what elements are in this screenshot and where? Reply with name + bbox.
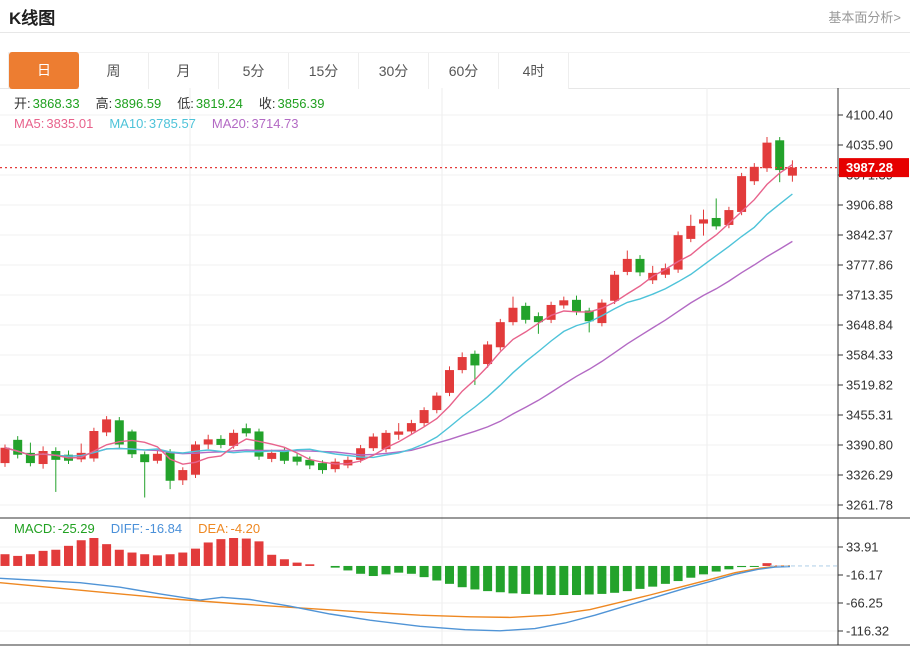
ma10-line bbox=[4, 193, 793, 459]
legend-item: MA10: 3785.57 bbox=[109, 116, 196, 131]
legend-item: 高: 3896.59 bbox=[95, 96, 162, 111]
macd-axis-label: -16.17 bbox=[846, 568, 883, 583]
y-axis-label: 3906.88 bbox=[846, 198, 893, 213]
macd-legend: MACD: -25.29 DIFF: -16.84 DEA: -4.20 bbox=[14, 521, 276, 536]
y-axis-label: 3519.82 bbox=[846, 378, 893, 393]
ma-legend: MA5: 3835.01 MA10: 3785.57 MA20: 3714.73 bbox=[14, 116, 315, 131]
y-axis-label: 3777.86 bbox=[846, 258, 893, 273]
legend-item: 低: 3819.24 bbox=[177, 96, 243, 111]
macd-axis-label: 33.91 bbox=[846, 540, 879, 555]
legend-item: DIFF: -16.84 bbox=[110, 521, 183, 536]
y-axis-label: 3584.33 bbox=[846, 348, 893, 363]
y-axis-label: 3842.37 bbox=[846, 228, 893, 243]
legend-item: MA5: 3835.01 bbox=[14, 116, 94, 131]
y-axis-label: 3455.31 bbox=[846, 408, 893, 423]
legend-item: 收: 3856.39 bbox=[258, 96, 325, 111]
legend-item: MA20: 3714.73 bbox=[211, 116, 299, 131]
macd-axis-label: -66.25 bbox=[846, 596, 883, 611]
candlestick-series bbox=[0, 137, 797, 498]
diff-line bbox=[0, 565, 791, 632]
legend-item: MACD: -25.29 bbox=[14, 521, 95, 536]
y-axis-label: 3326.29 bbox=[846, 468, 893, 483]
current-price-value: 3987.28 bbox=[846, 160, 893, 175]
y-axis-label: 3713.35 bbox=[846, 288, 893, 303]
kline-page: K线图 基本面分析> 日周月 5分 15分 30分 60分 4时 4100.40 4035.… bbox=[0, 0, 910, 652]
legend-item: DEA: -4.20 bbox=[198, 521, 261, 536]
macd-axis-label: -116.32 bbox=[846, 624, 889, 639]
y-axis-label: 3261.78 bbox=[846, 498, 893, 513]
y-axis-label: 4035.90 bbox=[846, 138, 893, 153]
y-axis-label: 3648.84 bbox=[846, 318, 893, 333]
ohlc-legend: 开: 3868.33 高: 3896.59 低: 3819.24 收: 3856.39 bbox=[14, 93, 341, 112]
legend-item: 开: 3868.33 bbox=[14, 96, 80, 111]
y-axis-label: 3390.80 bbox=[846, 438, 893, 453]
y-axis-label: 4100.40 bbox=[846, 108, 893, 123]
